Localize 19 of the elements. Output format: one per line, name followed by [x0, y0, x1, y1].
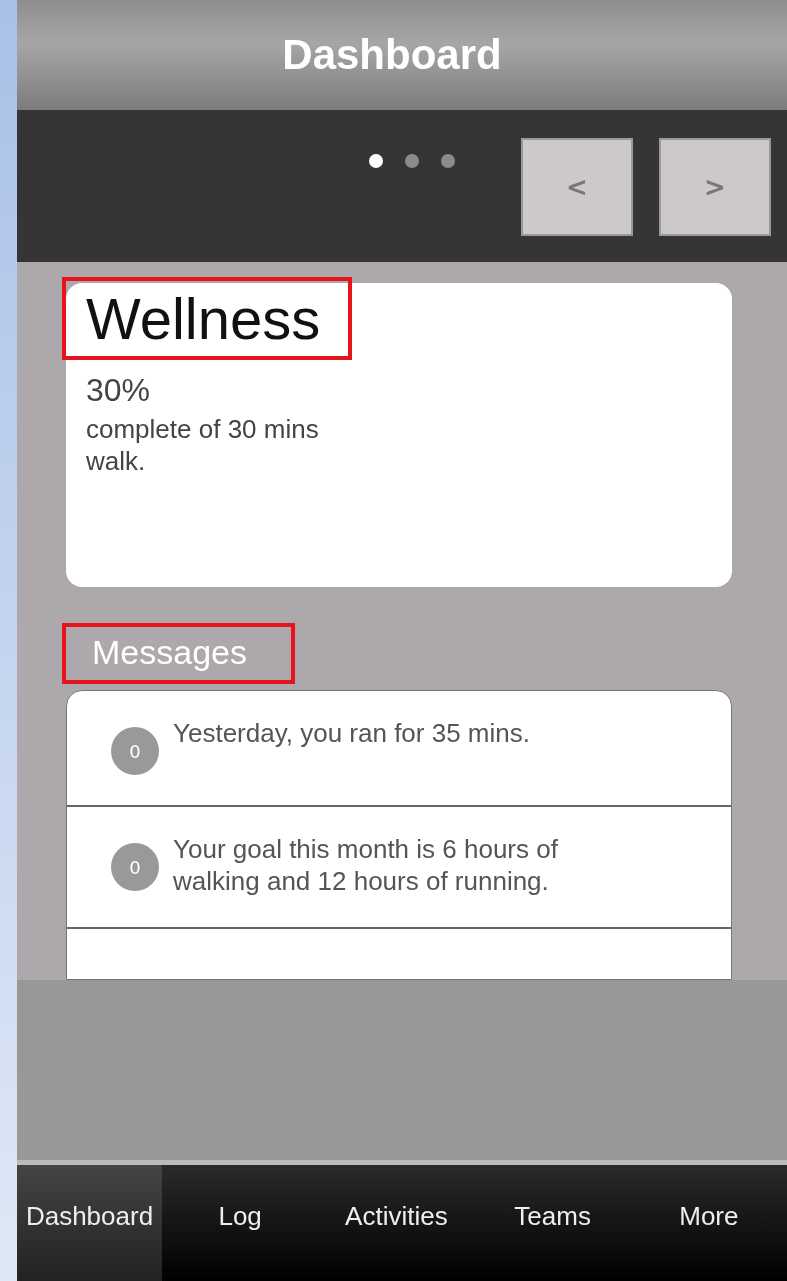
tab[interactable]: More [630, 1165, 787, 1281]
page-dot[interactable] [441, 154, 455, 168]
progress-percent: 30% [86, 372, 152, 409]
tab[interactable]: Teams [474, 1165, 631, 1281]
section-heading: Messages [91, 632, 248, 673]
tab[interactable]: Activities [318, 1165, 475, 1281]
progress-description: complete of 30 mins walk. [86, 413, 320, 477]
card-title: Wellness [85, 285, 322, 353]
message-item[interactable]: 0 Yesterday, you ran for 35 mins. [67, 691, 731, 807]
message-text: Your goal this month is 6 hours of walking and 12 hours of running. [173, 833, 559, 897]
message-text: Yesterday, you ran for 35 mins. [173, 717, 530, 750]
count-badge: 0 [111, 727, 159, 775]
screen-title: Dashboard [282, 31, 502, 79]
page-dot[interactable] [405, 154, 419, 168]
count-badge: 0 [111, 843, 159, 891]
tab[interactable]: Log [162, 1165, 319, 1281]
message-item[interactable]: 0 Your goal this month is 6 hours of walking and 12 hours of running. [67, 807, 731, 929]
page-dot[interactable] [369, 154, 383, 168]
tab[interactable]: Dashboard [17, 1165, 162, 1281]
